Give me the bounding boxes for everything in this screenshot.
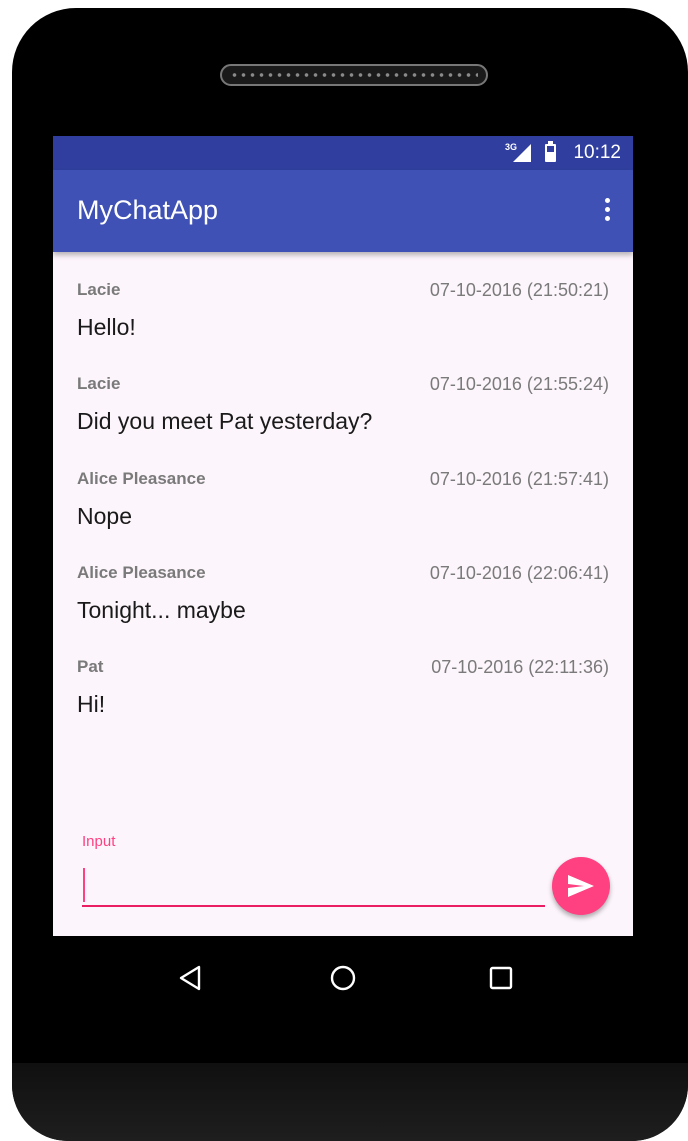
message-sender: Alice Pleasance [77, 563, 206, 582]
home-circle-icon[interactable] [323, 958, 363, 998]
earpiece-speaker [220, 64, 488, 86]
signal-icon: 3G [505, 142, 533, 164]
message-item: Lacie 07-10-2016 (21:55:24) Did you meet… [77, 346, 609, 436]
message-timestamp: 07-10-2016 (22:11:36) [431, 657, 609, 677]
send-icon [568, 875, 594, 897]
message-sender: Pat [77, 657, 104, 676]
phone-chin [12, 1063, 688, 1141]
status-bar: 3G 10:12 [53, 136, 633, 170]
app-title: MyChatApp [77, 195, 219, 225]
message-timestamp: 07-10-2016 (21:57:41) [429, 469, 609, 489]
navigation-bar [53, 936, 633, 1016]
network-type: 3G [505, 142, 518, 152]
back-triangle-icon[interactable] [171, 958, 211, 998]
text-cursor [83, 868, 85, 902]
more-vert-icon[interactable] [601, 198, 613, 226]
status-time: 10:12 [573, 142, 621, 163]
message-text: Hi! [77, 691, 106, 717]
send-button[interactable] [552, 857, 610, 915]
message-item: Alice Pleasance 07-10-2016 (22:06:41) To… [77, 535, 609, 625]
message-sender: Lacie [77, 374, 121, 393]
message-item: Pat 07-10-2016 (22:11:36) Hi! [77, 629, 609, 719]
message-text: Nope [77, 503, 132, 529]
message-timestamp: 07-10-2016 (21:50:21) [429, 280, 609, 300]
message-timestamp: 07-10-2016 (21:55:24) [429, 374, 609, 394]
message-text: Tonight... maybe [77, 597, 246, 623]
recents-square-icon[interactable] [481, 958, 521, 998]
message-text: Did you meet Pat yesterday? [77, 408, 373, 434]
message-timestamp: 07-10-2016 (22:06:41) [429, 563, 609, 583]
message-item: Alice Pleasance 07-10-2016 (21:57:41) No… [77, 441, 609, 531]
battery-icon [545, 141, 556, 162]
message-item: Lacie 07-10-2016 (21:50:21) Hello! [77, 252, 609, 342]
input-label: Input [82, 833, 116, 850]
message-sender: Lacie [77, 280, 121, 299]
device-screen: 3G 10:12 MyChatApp Lacie 07-10-2016 (21:… [53, 136, 633, 936]
message-sender: Alice Pleasance [77, 469, 206, 488]
message-input[interactable] [82, 861, 545, 907]
app-bar: MyChatApp [53, 170, 633, 252]
message-text: Hello! [77, 314, 136, 340]
